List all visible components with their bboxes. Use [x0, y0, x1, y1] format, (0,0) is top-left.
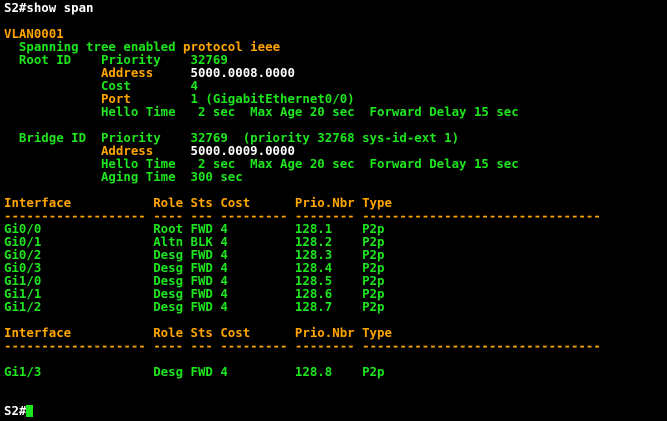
table-row: Gi1/3 Desg FWD 4 128.8 P2p	[4, 364, 385, 379]
terminal-window[interactable]: S2#show span VLAN0001 Spanning tree enab…	[0, 0, 667, 421]
cursor	[26, 405, 34, 417]
table2-separator: ------------------- ---- --- --------- -…	[4, 338, 601, 353]
root-hello-line: Hello Time 2 sec Max Age 20 sec Forward …	[4, 104, 519, 119]
table-row: Gi1/2 Desg FWD 4 128.7 P2p	[4, 299, 385, 314]
bridge-aging-line: Aging Time 300 sec	[4, 169, 243, 184]
prompt-line[interactable]: S2#	[4, 403, 34, 418]
root-address-value: 5000.0008.0000	[190, 65, 295, 80]
command-line: S2#show span	[4, 0, 94, 15]
final-prompt: S2#	[4, 403, 27, 418]
